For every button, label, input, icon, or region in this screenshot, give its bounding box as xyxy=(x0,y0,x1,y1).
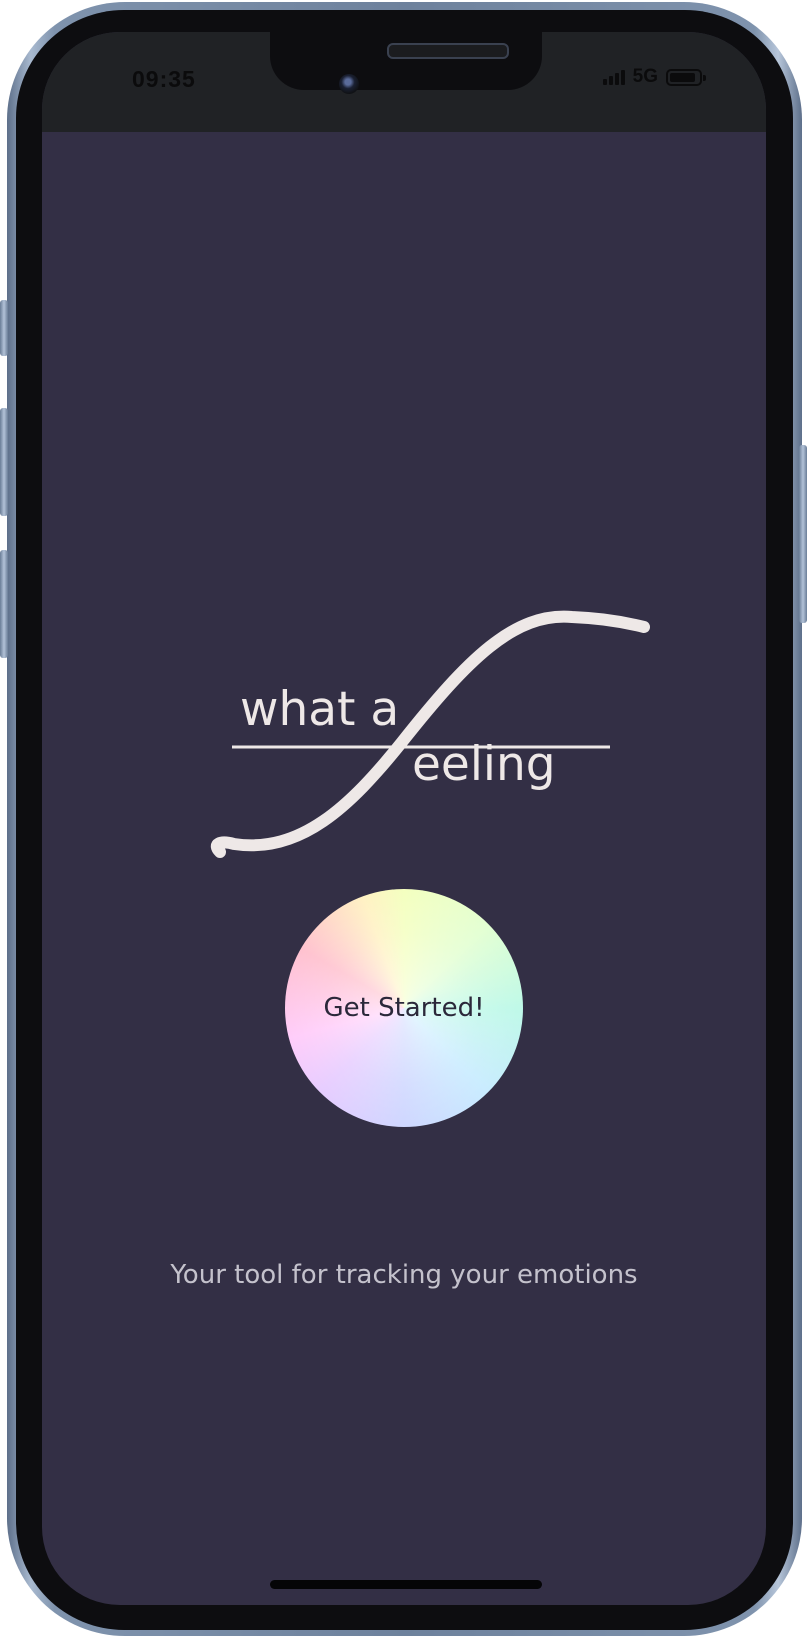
app-screen: 09:35 5G what a eeling Get Started! Your… xyxy=(42,32,766,1605)
phone-mockup: 09:35 5G what a eeling Get Started! Your… xyxy=(0,0,807,1638)
get-started-button[interactable]: Get Started! xyxy=(285,889,523,1127)
tagline: Your tool for tracking your emotions xyxy=(170,1260,638,1290)
action-button xyxy=(0,300,8,356)
earpiece-speaker xyxy=(387,43,509,59)
power-button xyxy=(799,445,807,623)
status-indicators: 5G xyxy=(602,66,706,88)
home-indicator[interactable] xyxy=(270,1580,542,1589)
logo-line1: what a xyxy=(240,682,399,737)
notch xyxy=(270,32,542,90)
front-camera-icon xyxy=(339,74,359,94)
status-time: 09:35 xyxy=(132,66,196,92)
volume-up-button xyxy=(0,408,8,516)
network-type: 5G xyxy=(632,66,658,87)
signal-icon xyxy=(602,69,625,85)
app-logo: what a eeling xyxy=(162,582,682,872)
volume-down-button xyxy=(0,550,8,658)
battery-icon xyxy=(666,68,706,86)
logo-line2: eeling xyxy=(412,737,556,792)
get-started-label: Get Started! xyxy=(323,993,485,1023)
